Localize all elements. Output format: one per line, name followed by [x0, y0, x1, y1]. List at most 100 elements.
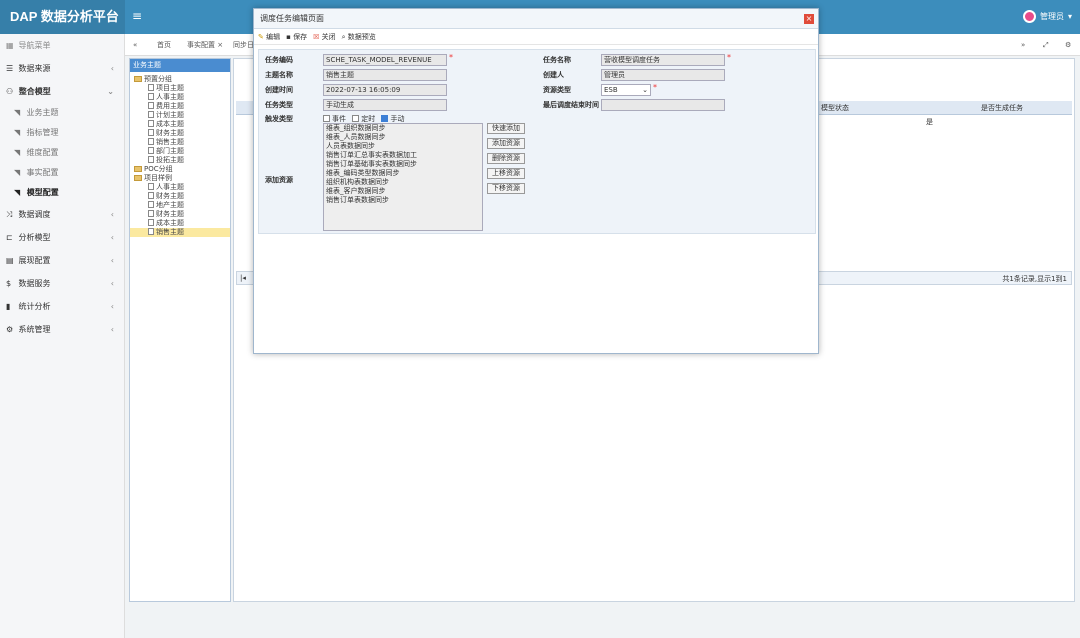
- user-name: 管理员: [1039, 12, 1064, 21]
- dialog-toolbar: ✎ 编辑 ▪ 保存 ☒ 关闭 ⌕ 数据预览: [254, 29, 818, 45]
- close-button[interactable]: ☒ 关闭: [313, 29, 336, 44]
- tree-node-label: 成本主题: [156, 219, 184, 227]
- trigger-timer-checkbox[interactable]: 定时: [352, 115, 375, 123]
- menu-toggle-icon[interactable]: ≡: [132, 9, 142, 23]
- grid-icon: ▦: [6, 41, 14, 50]
- chevron-down-icon: ⌄: [642, 86, 648, 94]
- tree-node-label: 投拓主题: [156, 156, 184, 164]
- sidebar-subitem-dimension[interactable]: ◥ 维度配置: [0, 143, 124, 163]
- task-edit-dialog: 调度任务编辑页面 × ✎ 编辑 ▪ 保存 ☒ 关闭 ⌕ 数据预览 任务编码 SC…: [253, 8, 819, 354]
- close-icon: ☒: [313, 33, 320, 41]
- tree-node[interactable]: 销售主题: [130, 138, 230, 147]
- file-icon: [148, 183, 154, 190]
- tab-home[interactable]: 首页: [157, 34, 171, 56]
- file-icon: [148, 93, 154, 100]
- list-item[interactable]: 人员表数据同步: [324, 142, 482, 151]
- preview-button[interactable]: ⌕ 数据预览: [342, 29, 376, 44]
- chevron-left-icon: ‹: [110, 256, 114, 265]
- list-item[interactable]: 销售订单汇总事实表数据加工: [324, 151, 482, 160]
- required-mark: *: [449, 53, 453, 62]
- task-type-field[interactable]: 手动生成: [323, 99, 447, 111]
- edit-button[interactable]: ✎ 编辑: [258, 29, 280, 44]
- chevron-left-icon: ‹: [110, 233, 114, 242]
- file-icon: [148, 201, 154, 208]
- tree-node-label: 地产主题: [156, 201, 184, 209]
- sidebar-subitem-fact[interactable]: ◥ 事实配置: [0, 163, 124, 183]
- avatar: [1022, 10, 1036, 23]
- tree-node[interactable]: 项目主题: [130, 84, 230, 93]
- trigger-manual-checkbox[interactable]: 手动: [381, 115, 404, 123]
- tree-node[interactable]: 费用主题: [130, 102, 230, 111]
- sidebar-item-data-source[interactable]: ☰ 数据来源 ‹: [0, 57, 124, 80]
- tab-back-icon[interactable]: «: [133, 34, 137, 56]
- first-page-icon[interactable]: |◂: [240, 274, 246, 282]
- sidebar-subitem-model-config[interactable]: ◥ 模型配置: [0, 183, 124, 203]
- creator-field[interactable]: 管理员: [601, 69, 725, 81]
- folder-icon: [134, 76, 142, 82]
- resource-type-select[interactable]: ESB ⌄: [601, 84, 651, 96]
- tree-node[interactable]: POC分组: [130, 165, 230, 174]
- create-time-label: 创建时间: [265, 86, 293, 94]
- resource-button[interactable]: 删除资源: [487, 153, 525, 164]
- sidebar-subitem-topic[interactable]: ◥ 业务主题: [0, 103, 124, 123]
- close-icon[interactable]: ×: [804, 14, 814, 24]
- cell-generate-task: 是: [926, 118, 933, 126]
- tree-node[interactable]: 销售主题: [130, 228, 230, 237]
- list-item[interactable]: 维表_编码类型数据同步: [324, 169, 482, 178]
- create-time-field[interactable]: 2022-07-13 16:05:09: [323, 84, 447, 96]
- sidebar-subitem-indicator[interactable]: ◥ 指标管理: [0, 123, 124, 143]
- sidebar-item-model[interactable]: ⚇ 整合模型 ⌄: [0, 80, 124, 103]
- layout-icon: ▤: [6, 256, 14, 265]
- dialog-title: 调度任务编辑页面 ×: [254, 9, 818, 29]
- resource-list[interactable]: 维表_组织数据同步 维表_人员数据同步 人员表数据同步 销售订单汇总事实表数据加工 销售…: [323, 123, 483, 231]
- save-button[interactable]: ▪ 保存: [286, 29, 307, 44]
- tree-node[interactable]: 投拓主题: [130, 156, 230, 165]
- user-menu[interactable]: 管理员 ▾: [1022, 10, 1072, 23]
- tree-node[interactable]: 成本主题: [130, 120, 230, 129]
- list-item[interactable]: 销售订单基础事实表数据同步: [324, 160, 482, 169]
- list-item[interactable]: 组织机构表数据同步: [324, 178, 482, 187]
- sidebar-item-analysis-model[interactable]: ⊏ 分析模型 ‹: [0, 226, 124, 249]
- task-name-field[interactable]: 营收模型调度任务: [601, 54, 725, 66]
- last-end-field[interactable]: [601, 99, 725, 111]
- resource-button[interactable]: 快速添加: [487, 123, 525, 134]
- tree-node-label: 财务主题: [156, 129, 184, 137]
- tree-node[interactable]: 预置分组: [130, 75, 230, 84]
- settings-icon[interactable]: ⚙: [1065, 34, 1071, 56]
- trigger-event-checkbox[interactable]: 事件: [323, 115, 346, 123]
- tag-icon: ◥: [14, 108, 21, 117]
- resource-button[interactable]: 添加资源: [487, 138, 525, 149]
- tree-node[interactable]: 计划主题: [130, 111, 230, 120]
- tree-node[interactable]: 财务主题: [130, 129, 230, 138]
- tree-node[interactable]: 人事主题: [130, 183, 230, 192]
- sidebar-item-display[interactable]: ▤ 展现配置 ‹: [0, 249, 124, 272]
- tree-node[interactable]: 地产主题: [130, 201, 230, 210]
- topic-name-field[interactable]: 销售主题: [323, 69, 447, 81]
- list-item[interactable]: 维表_人员数据同步: [324, 133, 482, 142]
- sidebar-item-schedule[interactable]: ⤨ 数据调度 ‹: [0, 203, 124, 226]
- app-title: DAP 数据分析平台: [0, 0, 125, 34]
- tree-node[interactable]: 人事主题: [130, 93, 230, 102]
- fullscreen-icon[interactable]: ⤢: [1043, 34, 1049, 56]
- chevron-left-icon: ‹: [110, 325, 114, 334]
- tree-node-label: 预置分组: [144, 75, 172, 83]
- sidebar-item-system[interactable]: ⚙ 系统管理 ‹: [0, 318, 124, 341]
- tree-node[interactable]: 财务主题: [130, 210, 230, 219]
- task-code-field[interactable]: SCHE_TASK_MODEL_REVENUE: [323, 54, 447, 66]
- sidebar-item-statistics[interactable]: ▮ 统计分析 ‹: [0, 295, 124, 318]
- resource-button[interactable]: 下移资源: [487, 183, 525, 194]
- resource-button[interactable]: 上移资源: [487, 168, 525, 179]
- tag-icon: ◥: [14, 168, 21, 177]
- task-code-label: 任务编码: [265, 56, 293, 64]
- list-item[interactable]: 销售订单表数据同步: [324, 196, 482, 205]
- tree-node[interactable]: 部门主题: [130, 147, 230, 156]
- tab-fact-config[interactable]: 事实配置 ×: [187, 34, 223, 56]
- tree-node[interactable]: 财务主题: [130, 192, 230, 201]
- sidebar-item-data-service[interactable]: $ 数据服务 ‹: [0, 272, 124, 295]
- tab-sync[interactable]: 同步日: [233, 34, 254, 56]
- tree-node[interactable]: 项目样例: [130, 174, 230, 183]
- list-item[interactable]: 维表_客户数据同步: [324, 187, 482, 196]
- tree-node[interactable]: 成本主题: [130, 219, 230, 228]
- list-item[interactable]: 维表_组织数据同步: [324, 124, 482, 133]
- tab-forward-icon[interactable]: »: [1021, 34, 1025, 56]
